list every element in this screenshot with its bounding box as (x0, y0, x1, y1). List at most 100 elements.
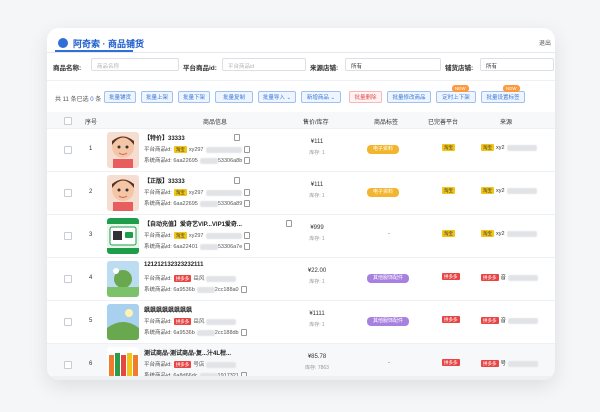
copy-icon[interactable] (240, 329, 247, 337)
table-row[interactable]: 4 121212132323232111 平台商品id: 拼多多 岳风 系统商品id… (47, 258, 555, 301)
select-all-checkbox[interactable] (64, 117, 72, 125)
product-thumbnail (107, 261, 139, 297)
platform-id-value: 号店 (193, 362, 205, 368)
logout-link[interactable]: 退出 (539, 38, 551, 47)
horizontal-scrollbar[interactable] (47, 376, 555, 380)
price: ¥22.00 (307, 268, 327, 274)
copy-icon[interactable] (244, 243, 251, 251)
table-row[interactable]: 1 【特价】33333 平台商品id: 淘宝 xy297 系统商品id: 6aa22… (47, 129, 555, 172)
source-platform-tag: 拼多多 (481, 317, 499, 325)
batch-copy-button[interactable]: 批量复制 (215, 91, 253, 103)
copy-icon[interactable] (243, 189, 250, 197)
stock: 库存: 1 (309, 279, 325, 285)
source-platform-tag: 淘宝 (481, 187, 494, 194)
platform-id-label: 平台商品id: (144, 190, 172, 196)
product-thumbnail (107, 218, 139, 254)
system-id-tail: 53306a89 (217, 201, 243, 207)
row-checkbox[interactable] (64, 318, 72, 326)
row-checkbox[interactable] (64, 275, 72, 283)
system-id-tail: 2cc188db (214, 330, 239, 336)
category-empty: - (388, 231, 390, 237)
copy-icon[interactable] (234, 134, 240, 141)
batch-delete-button[interactable]: 批量删除 (349, 91, 382, 103)
platform-id-line: 平台商品id: 拼多多 岳风 (144, 274, 237, 283)
source-shop: 淘宝 xy2 (479, 144, 537, 151)
redacted-text (508, 317, 539, 324)
batch-edit-button[interactable]: 批量修改商品 (387, 91, 431, 103)
table-row[interactable]: 5 飒飒飒飒飒飒飒飒 平台商品id: 拼多多 岳风 系统商品id: 6a9536b 2… (47, 301, 555, 344)
table-row[interactable]: 2 【正版】33333 平台商品id: 淘宝 xy297 系统商品id: 6aa22… (47, 172, 555, 215)
system-id-tail: 53306a8b (217, 158, 243, 164)
copy-icon[interactable] (234, 177, 240, 184)
copy-icon[interactable] (240, 286, 247, 294)
col-source: 来源 (500, 120, 513, 126)
col-seq: 序号 (85, 120, 98, 126)
platform-id-value: 岳风 (193, 276, 205, 282)
redacted-text (205, 146, 242, 153)
copy-icon[interactable] (243, 232, 250, 240)
col-product-info: 商品信息 (203, 120, 228, 126)
target-shop-select[interactable]: 所有 (480, 58, 554, 71)
redacted-text (196, 286, 215, 293)
batch-tag-button[interactable]: 批量设置标签 (481, 91, 525, 103)
row-checkbox[interactable] (64, 361, 72, 369)
price: ¥111 (310, 182, 324, 188)
filter-label-source-shop: 来源店铺: (310, 65, 339, 72)
app-logo-icon (58, 38, 68, 48)
batch-off-shelf-button[interactable]: 批量下架 (178, 91, 210, 103)
table-row[interactable]: 3 【自动充值】爱奇艺VIP...VIP1爱奇... 平台商品id: 淘宝 xy29… (47, 215, 555, 258)
redacted-text (206, 318, 237, 325)
filter-label-target-shop: 铺货店铺: (445, 65, 474, 72)
system-id-line: 系统商品id: 6aa22401 53306a7e (144, 242, 251, 251)
source-shop: 拼多多音 (479, 316, 539, 325)
stock: 库存: 1 (309, 150, 325, 156)
system-id-value: 6aa22401 (173, 244, 198, 250)
system-id-label: 系统商品id: (144, 201, 172, 207)
system-id-label: 系统商品id: (144, 244, 172, 250)
platform-tag: 淘宝 (173, 232, 187, 240)
table-row[interactable]: 6 测试商品-测试商品-复...汁4L柑... 平台商品id:拼多多号店 系统商… (47, 344, 555, 380)
system-id-line: 系统商品id: 6aa22695 53306a8b (144, 156, 251, 165)
source-shop: 淘宝 xy2 (479, 187, 537, 194)
row-seq: 2 (89, 189, 93, 195)
category-tag: 其他服饰配件 (367, 317, 410, 326)
category-tag: 其他服饰配件 (367, 274, 410, 283)
row-checkbox[interactable] (64, 146, 72, 154)
platform-id-value: 岳风 (193, 319, 205, 325)
system-id-value: 6aa22695 (173, 201, 198, 207)
system-id-line: 系统商品id: 6a9536b 2cc188db (144, 328, 247, 337)
row-checkbox[interactable] (64, 189, 72, 197)
redacted-text (199, 157, 218, 164)
source-platform-tag: 拼多多 (481, 360, 499, 368)
header-bar: 阿奇索 · 商品铺货 退出 (47, 28, 555, 53)
copy-icon[interactable] (243, 146, 250, 154)
copy-icon[interactable] (286, 220, 292, 227)
copy-icon[interactable] (244, 200, 251, 208)
system-id-line: 系统商品id: 6a9536b 2cc188a0 (144, 285, 247, 294)
stock: 库存: 1 (309, 236, 325, 242)
platform-id-label: 平台商品id: (144, 233, 172, 239)
platform-id-value: xy297 (188, 233, 204, 239)
source-shop-select[interactable]: 所有 (345, 58, 441, 71)
scheduled-shelf-button[interactable]: 定时上下架 (436, 91, 476, 103)
batch-list-button[interactable]: 批量铺货 (104, 91, 136, 103)
product-name-input[interactable]: 商品名称 (91, 58, 179, 71)
page-title: 阿奇索 · 商品铺货 (73, 39, 144, 49)
title-underline (55, 50, 133, 52)
row-seq: 4 (89, 275, 93, 281)
redacted-text (508, 360, 539, 367)
redacted-text (206, 275, 237, 282)
add-product-dropdown[interactable]: 新增商品 ⌄ (301, 91, 341, 103)
redacted-text (199, 200, 218, 207)
platform-id-label: 平台商品id: (144, 276, 172, 282)
summary-count: 0 (90, 97, 94, 103)
stock: 库存: 1 (309, 193, 325, 199)
batch-import-dropdown[interactable]: 批量导入 ⌄ (258, 91, 296, 103)
copy-icon[interactable] (244, 157, 251, 165)
platform-badge: 拼多多 (442, 316, 460, 323)
platform-id-input[interactable]: 平台商品id (222, 58, 306, 71)
source-shop: 拼多多号 (479, 359, 539, 368)
row-checkbox[interactable] (64, 232, 72, 240)
batch-on-shelf-button[interactable]: 批量上架 (141, 91, 173, 103)
redacted-text (196, 329, 215, 336)
